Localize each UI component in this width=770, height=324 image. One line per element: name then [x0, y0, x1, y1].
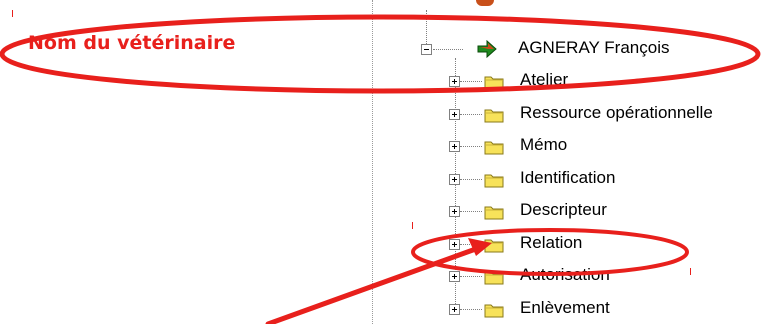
green-arrow-icon: [477, 40, 497, 58]
folder-icon: [484, 239, 504, 253]
tree-item-label[interactable]: Autorisation: [520, 265, 610, 285]
tree-row-connector: [460, 146, 482, 147]
tree-item-label[interactable]: Identification: [520, 168, 615, 188]
expand-toggle[interactable]: [449, 76, 460, 87]
folder-icon: [484, 304, 504, 318]
tree-item-label[interactable]: Relation: [520, 233, 582, 253]
annotation-tick-1: [12, 10, 13, 17]
tree-item-label[interactable]: Atelier: [520, 70, 568, 90]
tree-row-connector: [460, 179, 482, 180]
tree-row-connector: [460, 114, 482, 115]
expand-toggle[interactable]: [449, 304, 460, 315]
tree-guide-root-h: [433, 49, 463, 50]
tree-row-connector: [460, 309, 482, 310]
annotation-label-veterinarian-name: Nom du vétérinaire: [28, 32, 236, 54]
folder-icon: [484, 109, 504, 123]
tree-row-connector: [460, 81, 482, 82]
tree-item-label[interactable]: Mémo: [520, 135, 567, 155]
tree-row-connector: [460, 211, 482, 212]
annotation-tick-2: [412, 222, 413, 229]
annotation-tick-3: [690, 268, 691, 275]
tree-item-label[interactable]: Ressource opérationnelle: [520, 103, 713, 123]
expand-toggle[interactable]: [449, 141, 460, 152]
folder-icon: [484, 141, 504, 155]
expand-toggle[interactable]: [449, 109, 460, 120]
tree-pane-border: [372, 0, 373, 324]
folder-icon: [484, 174, 504, 188]
expand-toggle[interactable]: [449, 174, 460, 185]
expand-toggle[interactable]: [449, 271, 460, 282]
collapse-toggle-root[interactable]: [421, 44, 432, 55]
tree-row-connector: [460, 244, 482, 245]
folder-icon: [484, 206, 504, 220]
folder-icon: [484, 271, 504, 285]
tree-guide-root: [426, 10, 427, 44]
expand-toggle[interactable]: [449, 239, 460, 250]
tree-root-label[interactable]: AGNERAY François: [518, 38, 669, 58]
expand-toggle[interactable]: [449, 206, 460, 217]
folder-icon: [484, 76, 504, 90]
tree-row-connector: [460, 276, 482, 277]
tree-item-label[interactable]: Enlèvement: [520, 298, 610, 318]
tree-item-label[interactable]: Descripteur: [520, 200, 607, 220]
partial-top-icon: [476, 0, 494, 6]
